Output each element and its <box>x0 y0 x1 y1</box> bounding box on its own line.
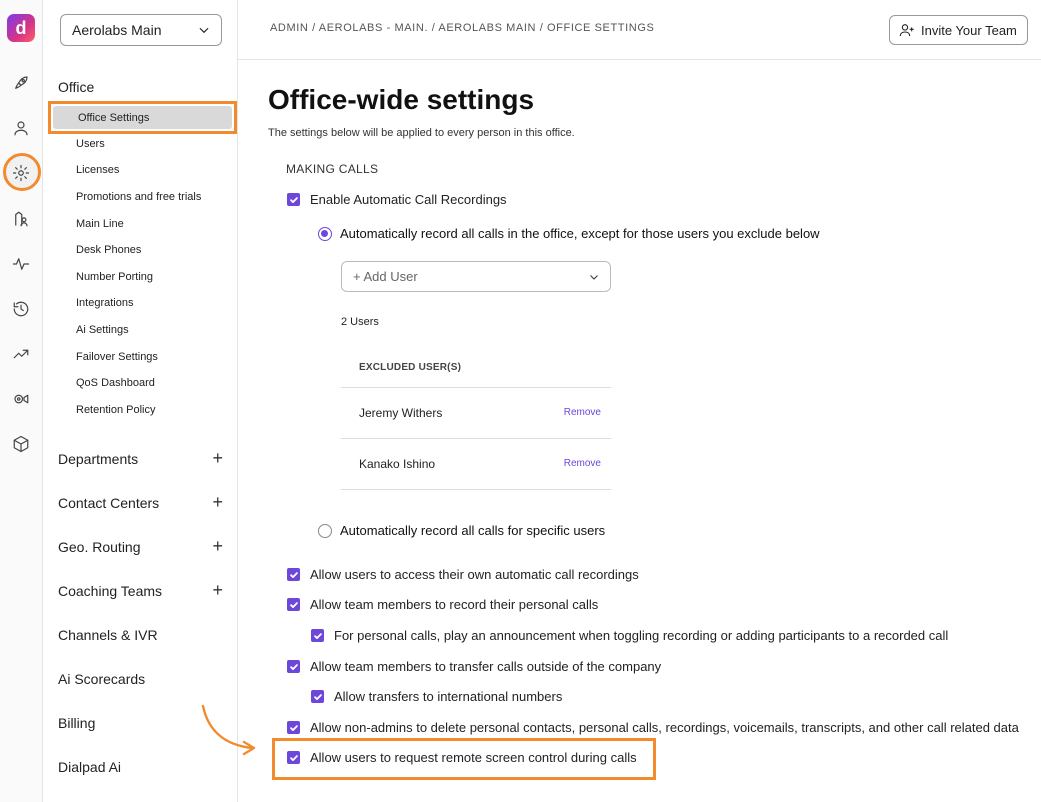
annotation-arrow-icon <box>201 704 256 756</box>
sidebar-group-contact-centers[interactable]: Contact Centers + <box>58 493 223 511</box>
checkbox-checked-icon[interactable] <box>287 193 300 206</box>
excluded-user-name: Kanako Ishino <box>359 457 436 471</box>
sidebar-item-qos-dashboard[interactable]: QoS Dashboard <box>76 377 155 389</box>
option-international-transfers[interactable]: Allow transfers to international numbers <box>311 689 562 704</box>
option-access-own-recordings[interactable]: Allow users to access their own automati… <box>287 567 639 582</box>
option-transfer-outside-company[interactable]: Allow team members to transfer calls out… <box>287 659 661 674</box>
checkbox-checked-icon[interactable] <box>287 598 300 611</box>
sidebar-group-coaching-teams[interactable]: Coaching Teams + <box>58 581 223 599</box>
sidebar-item-ai-scorecards[interactable]: Ai Scorecards <box>58 671 223 687</box>
users-count: 2 Users <box>341 316 379 328</box>
sidebar-item-desk-phones[interactable]: Desk Phones <box>76 244 141 256</box>
sidebar-item-retention-policy[interactable]: Retention Policy <box>76 404 156 416</box>
option-personal-call-announcement[interactable]: For personal calls, play an announcement… <box>311 628 948 643</box>
checkbox-checked-icon[interactable] <box>311 690 324 703</box>
cube-icon[interactable] <box>8 431 34 457</box>
radio-label: Automatically record all calls in the of… <box>340 226 820 241</box>
sidebar-group-departments[interactable]: Departments + <box>58 449 223 467</box>
radio-label: Automatically record all calls for speci… <box>340 523 606 538</box>
chevron-down-icon <box>588 271 600 286</box>
history-icon[interactable] <box>8 296 34 322</box>
sidebar-item-channels-ivr[interactable]: Channels & IVR <box>58 627 223 643</box>
sidebar-item-office-settings[interactable]: Office Settings <box>48 101 237 134</box>
checkbox-checked-icon[interactable] <box>287 721 300 734</box>
invite-team-label: Invite Your Team <box>921 22 1017 38</box>
app-logo[interactable]: d <box>7 14 35 42</box>
invite-team-button[interactable]: Invite Your Team <box>889 15 1028 45</box>
sidebar: Aerolabs Main Office Office Settings Use… <box>43 0 238 802</box>
add-user-dropdown[interactable]: + Add User <box>341 261 611 292</box>
sidebar-item-promotions[interactable]: Promotions and free trials <box>76 191 201 203</box>
sidebar-group-label: Coaching Teams <box>58 583 163 599</box>
activity-icon[interactable] <box>8 251 34 277</box>
breadcrumb[interactable]: ADMIN / AEROLABS - MAIN. / AEROLABS MAIN… <box>270 22 654 34</box>
add-user-placeholder: + Add User <box>353 269 418 284</box>
excluded-user-name: Jeremy Withers <box>359 406 443 420</box>
enable-recordings-option[interactable]: Enable Automatic Call Recordings <box>287 192 507 207</box>
remove-user-link[interactable]: Remove <box>564 458 601 469</box>
sidebar-group-label: Contact Centers <box>58 495 160 511</box>
contacts-icon[interactable] <box>8 206 34 232</box>
sidebar-item-users[interactable]: Users <box>76 138 105 150</box>
excluded-users-table: EXCLUDED USER(S) Jeremy Withers Remove K… <box>341 346 611 490</box>
page-title: Office-wide settings <box>268 84 535 115</box>
icon-rail: d <box>0 0 43 802</box>
option-label: Allow team members to record their perso… <box>310 597 599 612</box>
user-icon[interactable] <box>8 115 34 141</box>
plus-icon[interactable]: + <box>212 493 223 511</box>
top-bar: ADMIN / AEROLABS - MAIN. / AEROLABS MAIN… <box>238 0 1041 60</box>
add-user-icon <box>899 24 914 37</box>
table-header: EXCLUDED USER(S) <box>341 346 611 388</box>
org-selector[interactable]: Aerolabs Main <box>60 14 222 46</box>
sidebar-item-number-porting[interactable]: Number Porting <box>76 271 153 283</box>
option-nonadmin-delete-data[interactable]: Allow non-admins to delete personal cont… <box>287 720 1019 735</box>
sidebar-item-main-line[interactable]: Main Line <box>76 218 124 230</box>
plus-icon[interactable]: + <box>212 581 223 599</box>
trend-icon[interactable] <box>8 341 34 367</box>
sidebar-item-failover-settings[interactable]: Failover Settings <box>76 351 158 363</box>
sidebar-item-licenses[interactable]: Licenses <box>76 164 119 176</box>
section-making-calls: MAKING CALLS <box>286 162 379 176</box>
radio-record-all-except[interactable]: Automatically record all calls in the of… <box>318 226 820 241</box>
sidebar-item-dialpad-ai[interactable]: Dialpad Ai <box>58 759 223 775</box>
plus-icon[interactable]: + <box>212 449 223 467</box>
page-description: The settings below will be applied to ev… <box>268 127 575 139</box>
table-row: Kanako Ishino Remove <box>341 439 611 490</box>
sidebar-item-ai-settings[interactable]: Ai Settings <box>76 324 129 336</box>
option-label: For personal calls, play an announcement… <box>334 628 949 643</box>
org-selector-value: Aerolabs Main <box>72 22 162 38</box>
option-label: Allow team members to transfer calls out… <box>310 659 662 674</box>
video-gear-icon[interactable] <box>8 386 34 412</box>
remove-user-link[interactable]: Remove <box>564 407 601 418</box>
chevron-down-icon <box>197 23 211 37</box>
option-label: Allow transfers to international numbers <box>334 689 563 704</box>
radio-unselected-icon[interactable] <box>318 523 332 538</box>
option-label: Allow users to access their own automati… <box>310 567 639 582</box>
option-record-personal-calls[interactable]: Allow team members to record their perso… <box>287 597 598 612</box>
plus-icon[interactable]: + <box>212 537 223 555</box>
rocket-icon[interactable] <box>8 70 34 96</box>
radio-record-specific-users[interactable]: Automatically record all calls for speci… <box>318 523 605 538</box>
sidebar-group-label: Departments <box>58 451 139 467</box>
checkbox-checked-icon[interactable] <box>287 660 300 673</box>
option-label: Allow non-admins to delete personal cont… <box>310 720 1019 735</box>
checkbox-checked-icon[interactable] <box>311 629 324 642</box>
radio-selected-icon[interactable] <box>318 226 332 241</box>
checkbox-checked-icon[interactable] <box>287 568 300 581</box>
sidebar-item-label: Office Settings <box>78 112 150 124</box>
highlight-box <box>272 738 656 780</box>
sidebar-group-geo-routing[interactable]: Geo. Routing + <box>58 537 223 555</box>
sidebar-section-office[interactable]: Office <box>58 79 94 95</box>
sidebar-item-integrations[interactable]: Integrations <box>76 297 133 309</box>
option-label: Enable Automatic Call Recordings <box>310 192 507 207</box>
table-row: Jeremy Withers Remove <box>341 388 611 439</box>
gear-icon[interactable] <box>8 160 34 186</box>
sidebar-group-label: Geo. Routing <box>58 539 141 555</box>
